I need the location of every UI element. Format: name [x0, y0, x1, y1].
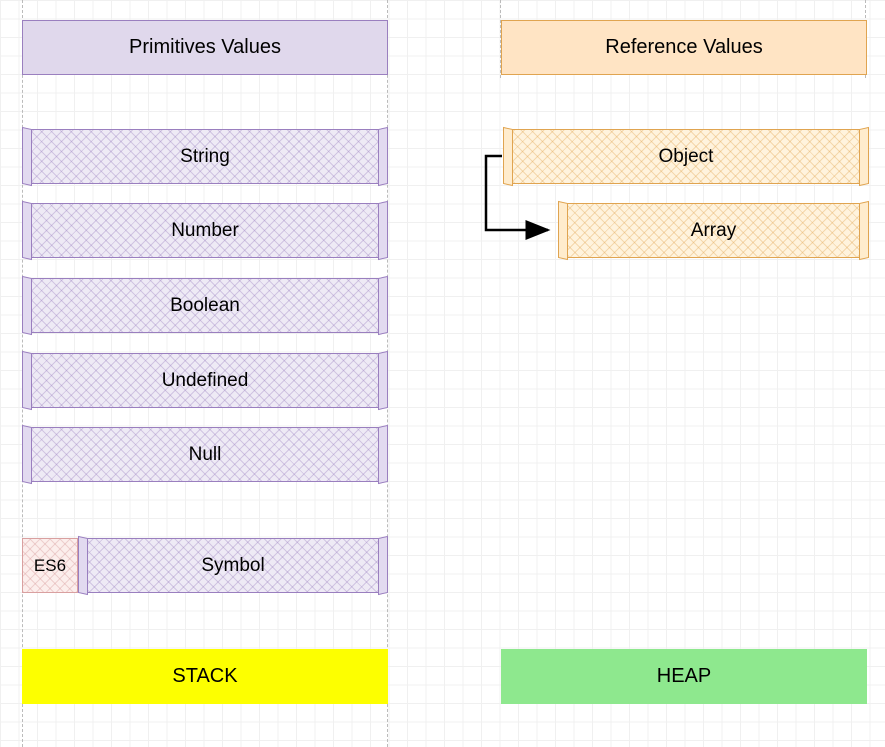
primitive-item-label: Symbol — [201, 555, 264, 577]
primitive-item-label: Number — [171, 220, 239, 242]
primitive-item-symbol: Symbol — [78, 538, 388, 593]
box-edge — [22, 276, 32, 335]
reference-item-array: Array — [558, 203, 869, 258]
box-edge — [378, 276, 388, 335]
primitive-item-undefined: Undefined — [22, 353, 388, 408]
box-edge — [558, 201, 568, 260]
box-edge — [22, 127, 32, 186]
stack-footer-label: STACK — [172, 665, 237, 688]
stack-footer: STACK — [22, 649, 388, 704]
reference-header-label: Reference Values — [605, 36, 763, 59]
reference-item-label: Array — [691, 220, 736, 242]
primitive-item-label: Boolean — [170, 295, 240, 317]
box-edge — [22, 201, 32, 260]
es6-tag: ES6 — [22, 538, 78, 593]
box-edge — [78, 536, 88, 595]
primitive-item-null: Null — [22, 427, 388, 482]
box-edge — [378, 536, 388, 595]
reference-item-label: Object — [659, 146, 714, 168]
reference-header: Reference Values — [501, 20, 867, 75]
reference-item-object: Object — [503, 129, 869, 184]
box-edge — [378, 201, 388, 260]
box-edge — [503, 127, 513, 186]
primitive-item-boolean: Boolean — [22, 278, 388, 333]
primitive-item-label: Null — [189, 444, 222, 466]
primitives-header-label: Primitives Values — [129, 36, 281, 59]
heap-footer-label: HEAP — [657, 665, 711, 688]
box-edge — [22, 351, 32, 410]
primitive-item-number: Number — [22, 203, 388, 258]
primitive-item-label: String — [180, 146, 230, 168]
box-edge — [378, 425, 388, 484]
es6-tag-label: ES6 — [34, 556, 66, 576]
primitive-item-string: String — [22, 129, 388, 184]
primitives-header: Primitives Values — [22, 20, 388, 75]
box-edge — [378, 127, 388, 186]
box-edge — [378, 351, 388, 410]
box-edge — [22, 425, 32, 484]
heap-footer: HEAP — [501, 649, 867, 704]
box-edge — [859, 201, 869, 260]
primitive-item-label: Undefined — [162, 370, 249, 392]
box-edge — [859, 127, 869, 186]
